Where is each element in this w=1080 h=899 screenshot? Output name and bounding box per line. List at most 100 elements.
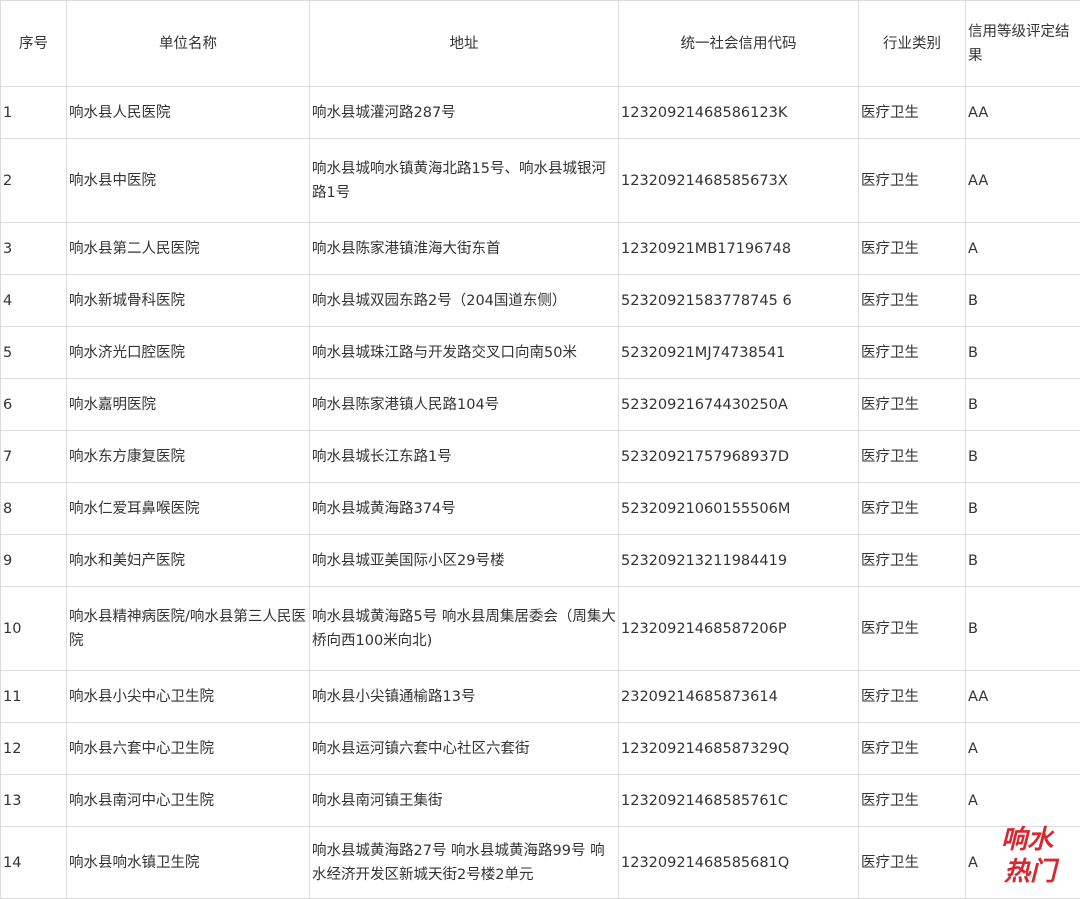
- address: 响水县城双园东路2号（204国道东侧）: [310, 275, 619, 327]
- credit-code: 12320921468586123K: [619, 87, 859, 139]
- industry: 医疗卫生: [859, 431, 966, 483]
- header-grade: 信用等级评定结果: [966, 1, 1080, 87]
- header-address: 地址: [310, 1, 619, 87]
- credit-grade: B: [966, 587, 1080, 671]
- industry: 医疗卫生: [859, 775, 966, 827]
- industry: 医疗卫生: [859, 671, 966, 723]
- table-row: 8响水仁爱耳鼻喉医院响水县城黄海路374号52320921060155506M医…: [1, 483, 1080, 535]
- credit-grade: B: [966, 431, 1080, 483]
- unit-name: 响水嘉明医院: [67, 379, 310, 431]
- credit-grade: B: [966, 275, 1080, 327]
- credit-code: 12320921468585761C: [619, 775, 859, 827]
- address: 响水县城灌河路287号: [310, 87, 619, 139]
- credit-code: 12320921468587329Q: [619, 723, 859, 775]
- credit-grade: AA: [966, 139, 1080, 223]
- table-row: 11响水县小尖中心卫生院响水县小尖镇通榆路13号2320921468587361…: [1, 671, 1080, 723]
- address: 响水县陈家港镇淮海大街东首: [310, 223, 619, 275]
- credit-code: 52320921674430250A: [619, 379, 859, 431]
- row-no: 5: [1, 327, 67, 379]
- credit-code: 12320921468587206P: [619, 587, 859, 671]
- credit-grade: B: [966, 483, 1080, 535]
- row-no: 2: [1, 139, 67, 223]
- table-row: 4响水新城骨科医院响水县城双园东路2号（204国道东侧）523209215837…: [1, 275, 1080, 327]
- industry: 医疗卫生: [859, 827, 966, 899]
- table-row: 13响水县南河中心卫生院响水县南河镇王集街12320921468585761C医…: [1, 775, 1080, 827]
- industry: 医疗卫生: [859, 87, 966, 139]
- table-header-row: 序号 单位名称 地址 统一社会信用代码 行业类别 信用等级评定结果: [1, 1, 1080, 87]
- credit-code: 23209214685873614: [619, 671, 859, 723]
- table-row: 9响水和美妇产医院响水县城亚美国际小区29号楼52320921321198441…: [1, 535, 1080, 587]
- unit-name: 响水县人民医院: [67, 87, 310, 139]
- header-industry: 行业类别: [859, 1, 966, 87]
- table-row: 3响水县第二人民医院响水县陈家港镇淮海大街东首12320921MB1719674…: [1, 223, 1080, 275]
- header-name: 单位名称: [67, 1, 310, 87]
- credit-code: 52320921583778745 6: [619, 275, 859, 327]
- credit-grade: A: [966, 223, 1080, 275]
- industry: 医疗卫生: [859, 275, 966, 327]
- unit-name: 响水县小尖中心卫生院: [67, 671, 310, 723]
- address: 响水县陈家港镇人民路104号: [310, 379, 619, 431]
- unit-name: 响水县响水镇卫生院: [67, 827, 310, 899]
- address: 响水县城珠江路与开发路交叉口向南50米: [310, 327, 619, 379]
- credit-code: 12320921468585673X: [619, 139, 859, 223]
- unit-name: 响水新城骨科医院: [67, 275, 310, 327]
- credit-code: 12320921MB17196748: [619, 223, 859, 275]
- table-row: 5响水济光口腔医院响水县城珠江路与开发路交叉口向南50米52320921MJ74…: [1, 327, 1080, 379]
- row-no: 8: [1, 483, 67, 535]
- table-row: 14响水县响水镇卫生院响水县城黄海路27号 响水县城黄海路99号 响水经济开发区…: [1, 827, 1080, 899]
- address: 响水县城亚美国际小区29号楼: [310, 535, 619, 587]
- credit-grade: AA: [966, 87, 1080, 139]
- address: 响水县南河镇王集街: [310, 775, 619, 827]
- row-no: 10: [1, 587, 67, 671]
- address: 响水县城黄海路374号: [310, 483, 619, 535]
- industry: 医疗卫生: [859, 327, 966, 379]
- unit-name: 响水仁爱耳鼻喉医院: [67, 483, 310, 535]
- address: 响水县城黄海路27号 响水县城黄海路99号 响水经济开发区新城天街2号楼2单元: [310, 827, 619, 899]
- table-row: 7响水东方康复医院响水县城长江东路1号52320921757968937D医疗卫…: [1, 431, 1080, 483]
- address: 响水县小尖镇通榆路13号: [310, 671, 619, 723]
- row-no: 3: [1, 223, 67, 275]
- credit-grade: A: [966, 723, 1080, 775]
- industry: 医疗卫生: [859, 587, 966, 671]
- unit-name: 响水县第二人民医院: [67, 223, 310, 275]
- table-row: 10响水县精神病医院/响水县第三人民医院响水县城黄海路5号 响水县周集居委会（周…: [1, 587, 1080, 671]
- row-no: 11: [1, 671, 67, 723]
- credit-grade: AA: [966, 671, 1080, 723]
- address: 响水县运河镇六套中心社区六套街: [310, 723, 619, 775]
- table-row: 2响水县中医院响水县城响水镇黄海北路15号、响水县城银河路1号123209214…: [1, 139, 1080, 223]
- address: 响水县城长江东路1号: [310, 431, 619, 483]
- row-no: 4: [1, 275, 67, 327]
- unit-name: 响水东方康复医院: [67, 431, 310, 483]
- row-no: 13: [1, 775, 67, 827]
- industry: 医疗卫生: [859, 723, 966, 775]
- credit-grade: A: [966, 827, 1080, 899]
- table-row: 12响水县六套中心卫生院响水县运河镇六套中心社区六套街1232092146858…: [1, 723, 1080, 775]
- address: 响水县城黄海路5号 响水县周集居委会（周集大桥向西100米向北): [310, 587, 619, 671]
- industry: 医疗卫生: [859, 535, 966, 587]
- table-row: 6响水嘉明医院响水县陈家港镇人民路104号52320921674430250A医…: [1, 379, 1080, 431]
- industry: 医疗卫生: [859, 379, 966, 431]
- row-no: 7: [1, 431, 67, 483]
- unit-name: 响水和美妇产医院: [67, 535, 310, 587]
- credit-grade: B: [966, 327, 1080, 379]
- unit-name: 响水县精神病医院/响水县第三人民医院: [67, 587, 310, 671]
- credit-grade: B: [966, 535, 1080, 587]
- credit-rating-table: 序号 单位名称 地址 统一社会信用代码 行业类别 信用等级评定结果 1响水县人民…: [0, 0, 1080, 899]
- row-no: 12: [1, 723, 67, 775]
- credit-grade: A: [966, 775, 1080, 827]
- row-no: 14: [1, 827, 67, 899]
- row-no: 6: [1, 379, 67, 431]
- credit-code: 52320921MJ74738541: [619, 327, 859, 379]
- unit-name: 响水县六套中心卫生院: [67, 723, 310, 775]
- unit-name: 响水县南河中心卫生院: [67, 775, 310, 827]
- header-no: 序号: [1, 1, 67, 87]
- credit-grade: B: [966, 379, 1080, 431]
- credit-code: 52320921757968937D: [619, 431, 859, 483]
- credit-code: 523209213211984419: [619, 535, 859, 587]
- row-no: 9: [1, 535, 67, 587]
- industry: 医疗卫生: [859, 139, 966, 223]
- row-no: 1: [1, 87, 67, 139]
- industry: 医疗卫生: [859, 223, 966, 275]
- header-code: 统一社会信用代码: [619, 1, 859, 87]
- credit-code: 12320921468585681Q: [619, 827, 859, 899]
